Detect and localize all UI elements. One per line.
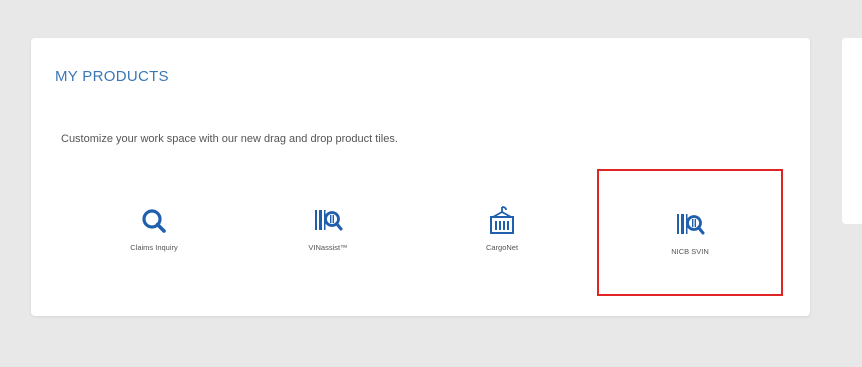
barcode-search-icon xyxy=(312,205,344,237)
cargo-container-icon xyxy=(486,205,518,237)
tile-label: VINassist™ xyxy=(308,242,348,252)
product-tile-claims-inquiry[interactable]: Claims Inquiry xyxy=(79,180,229,276)
product-tile-cargonet[interactable]: CargoNet xyxy=(427,180,577,276)
tile-label: NICB SVIN xyxy=(671,247,709,256)
product-tile-nicb-svin[interactable]: NICB SVIN xyxy=(597,169,783,296)
card-title: MY PRODUCTS xyxy=(55,68,169,85)
adjacent-card xyxy=(842,38,862,224)
product-tile-vinassist[interactable]: VINassist™ xyxy=(253,180,403,276)
card-subtitle: Customize your work space with our new d… xyxy=(61,133,398,145)
search-icon xyxy=(138,205,170,237)
my-products-card: MY PRODUCTS Customize your work space wi… xyxy=(31,38,810,316)
tile-label: Claims Inquiry xyxy=(130,242,178,252)
barcode-search-icon xyxy=(674,209,706,241)
tile-label: CargoNet xyxy=(485,242,519,252)
